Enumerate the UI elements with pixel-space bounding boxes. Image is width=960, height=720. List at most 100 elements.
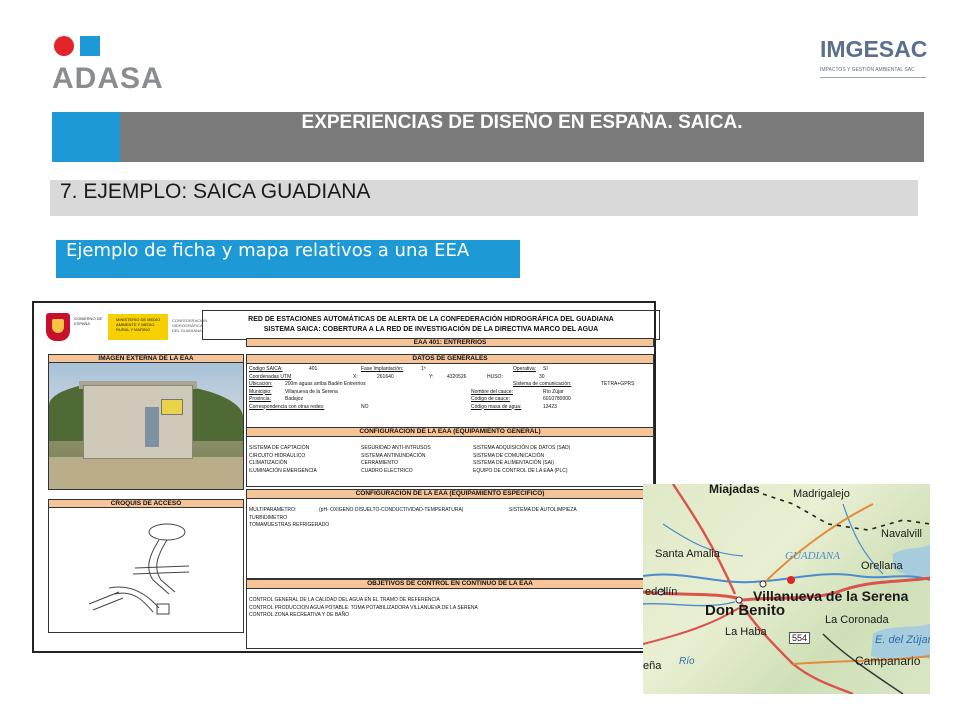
section-title: 7. EJEMPLO: SAICA GUADIANA [60, 180, 371, 203]
map-label-navalvillar: Navalvill [881, 528, 922, 540]
station-name-bar: EAA 401: ENTRERRIOS [246, 338, 654, 347]
access-sketch [49, 508, 243, 632]
gobierno-text: GOBIERNO DE ESPAÑA [74, 316, 103, 326]
multiparametro-label: MULTIPARAMETRO: [249, 507, 297, 513]
imgesac-wordmark: IMGESAC [820, 36, 928, 62]
config-item: SISTEMA ANTINUNDACIÓN [361, 452, 426, 459]
map-label-rio: Río [679, 656, 695, 667]
cauce-label: Nombre del cauce: [471, 388, 513, 395]
general-config-heading: CONFIGURACIÓN DE LA EAA (EQUIPAMIENTO GE… [247, 428, 653, 437]
ministerio-text: MINISTERIO DE MEDIO AMBIENTE Y MEDIO RUR… [116, 317, 161, 332]
access-sketch-heading: CROQUIS DE ACCESO [49, 500, 243, 508]
codigo-label: Codigo SAICA: [249, 366, 283, 372]
huso-label: HUSO: [487, 373, 503, 380]
fase-value: 1ª [421, 366, 426, 372]
hut-door [145, 407, 159, 447]
title-accent-block [52, 112, 120, 162]
x-label: X: [353, 373, 358, 380]
imgesac-underline [820, 77, 926, 78]
sheet-title-line2: SISTEMA SAICA: COBERTURA A LA RED DE INV… [263, 326, 599, 333]
masa-value: 13423 [543, 403, 557, 410]
map-label-don-benito: Don Benito [705, 602, 785, 619]
map-label-pena: eña [643, 660, 662, 672]
tomamuestras-label: TOMAMUESTRAS REFRIGERADO [249, 522, 330, 528]
config-item: CLIMATIZACIÓN [249, 460, 288, 466]
general-data-heading: DATOS DE GENERALES [247, 355, 653, 364]
codigo-value: 401 [309, 366, 318, 372]
map-label-zujar: E. del Zújar [875, 634, 930, 646]
fase-label: Fase Implantación: [361, 366, 404, 372]
provincia-value: Badajoz [285, 396, 304, 402]
objective-item: CONTROL PRODUCCION AGUA POTABLE: TOMA PO… [249, 604, 478, 611]
confederacion-text: CONFEDERACIÓN HIDROGRÁFICA DEL GUADIANA [172, 318, 208, 333]
specific-config-heading: CONFIGURACIÓN DE LA EAA (EQUIPAMIENTO ES… [247, 490, 653, 499]
y-label: Y: [429, 373, 434, 380]
cauce-value: Río Zújar [543, 388, 564, 395]
sheet-title-box: RED DE ESTACIONES AUTOMÁTICAS DE ALERTA … [202, 310, 660, 340]
y-value: 4320526 [447, 373, 467, 380]
config-item: EQUIPO DE CONTROL DE LA EAA (PLC) [473, 467, 568, 474]
autolimpieza-label: SISTEMA DE AUTOLIMPIEZA [509, 507, 577, 513]
map-label-medellin: edellín [645, 586, 678, 598]
config-item: CIRCUITO HIDRAULICO [249, 452, 306, 459]
municipio-label: Municipio: [249, 388, 272, 395]
redes-value: NO [361, 403, 369, 410]
map-label-guadiana: GUADIANA [785, 550, 840, 562]
comunicacion-value: TETRA+GPRS [601, 381, 635, 387]
ubicacion-value: 200m aguas arriba Badén Entrerrios [285, 381, 366, 387]
x-value: 261640 [377, 373, 394, 380]
operativa-value: SI [543, 366, 548, 372]
map-label-la-coronada: La Coronada [825, 614, 889, 626]
config-item: SEGURIDAD ANTI-INTRUSOS [361, 445, 431, 451]
section-bar: 7. EJEMPLO: SAICA GUADIANA [50, 180, 918, 216]
adasa-red-dot [54, 36, 74, 56]
station-datasheet: GOBIERNO DE ESPAÑA MINISTERIO DE MEDIO A… [32, 301, 660, 653]
adasa-blue-square [80, 36, 100, 56]
spain-crest-icon [46, 313, 70, 341]
general-data-section: DATOS DE GENERALES Codigo SAICA: 401 Fas… [246, 354, 654, 433]
imgesac-tagline: IMPACTOS Y GESTIÓN AMBIENTAL SAC [820, 67, 915, 73]
ubicacion-label: Ubicación: [249, 381, 273, 387]
codcauce-value: 6010780000 [543, 396, 571, 402]
huso-value: 30 [539, 373, 545, 380]
photo-ground [49, 457, 243, 489]
caption-box: Ejemplo de ficha y mapa relativos a una … [56, 240, 520, 278]
external-image-heading: IMAGEN EXTERNA DE LA EAA [49, 355, 243, 363]
specific-config-section: CONFIGURACIÓN DE LA EAA (EQUIPAMIENTO ES… [246, 489, 654, 579]
map-label-campanario: Campanario [855, 654, 921, 668]
operativa-label: Operativa: [513, 366, 537, 372]
map-label-la-haba: La Haba [725, 626, 767, 638]
map-label-madrigalejo: Madrigalejo [793, 488, 850, 500]
comunicacion-label: Sistema de comunicación: [513, 381, 572, 387]
redes-label: Correspondencia con otras redes: [249, 403, 325, 410]
slide-title: EXPERIENCIAS DE DISEÑO EN ESPAÑA. SAICA. [301, 112, 743, 133]
map-label-orellana: Orellana [861, 560, 903, 572]
map-label-villanueva: Villanueva de la Serena [753, 588, 909, 604]
sheet-title-line1: RED DE ESTACIONES AUTOMÁTICAS DE ALERTA … [248, 316, 614, 323]
objective-item: CONTROL ZONA RECREATIVA Y DE BAÑO [249, 612, 350, 618]
multiparametro-params: (pH- OXIGENO DISUELTO-CONDUCTIVIDAD-TEMP… [319, 507, 464, 513]
adasa-wordmark: ADASA [52, 62, 164, 95]
station-photo [49, 363, 243, 489]
config-item: CERRAMIENTO [361, 460, 398, 466]
provincia-label: Provincia: [249, 396, 271, 402]
title-bar: EXPERIENCIAS DE DISEÑO EN ESPAÑA. SAICA. [52, 112, 924, 162]
adasa-logo: ADASA [52, 34, 172, 96]
map-label-santa-amalia: Santa Amalia [655, 548, 720, 560]
config-item: SISTEMA DE COMUNICACIÓN [473, 452, 545, 459]
config-item: SISTEMA ADQUISICIÓN DE DATOS (SAD) [473, 445, 571, 451]
sketch-drawing [88, 523, 190, 615]
access-sketch-panel: CROQUIS DE ACCESO [48, 499, 244, 633]
turbidimetro-label: TURBIDIMETRO [249, 514, 288, 521]
map-road-number: 554 [789, 632, 811, 644]
municipio-value: Villanueva de la Serena [285, 388, 338, 395]
caption-text: Ejemplo de ficha y mapa relativos a una … [66, 240, 470, 261]
config-item: ILUMINACIÓN EMERGENCIA [249, 467, 317, 474]
config-item: SISTEMA DE ALIMENTACIÓN (SAI) [473, 460, 555, 466]
location-map: Miajadas Madrigalejo Navalvill Santa Ama… [643, 484, 930, 694]
external-image-panel: IMAGEN EXTERNA DE LA EAA [48, 354, 244, 490]
objectives-section: OBJETIVOS DE CONTROL EN CONTINUO DE LA E… [246, 579, 654, 649]
station-hut [83, 385, 193, 459]
imgesac-logo: IMGESAC IMPACTOS Y GESTIÓN AMBIENTAL SAC [820, 36, 928, 94]
map-label-miajadas: Miajadas [709, 484, 760, 496]
